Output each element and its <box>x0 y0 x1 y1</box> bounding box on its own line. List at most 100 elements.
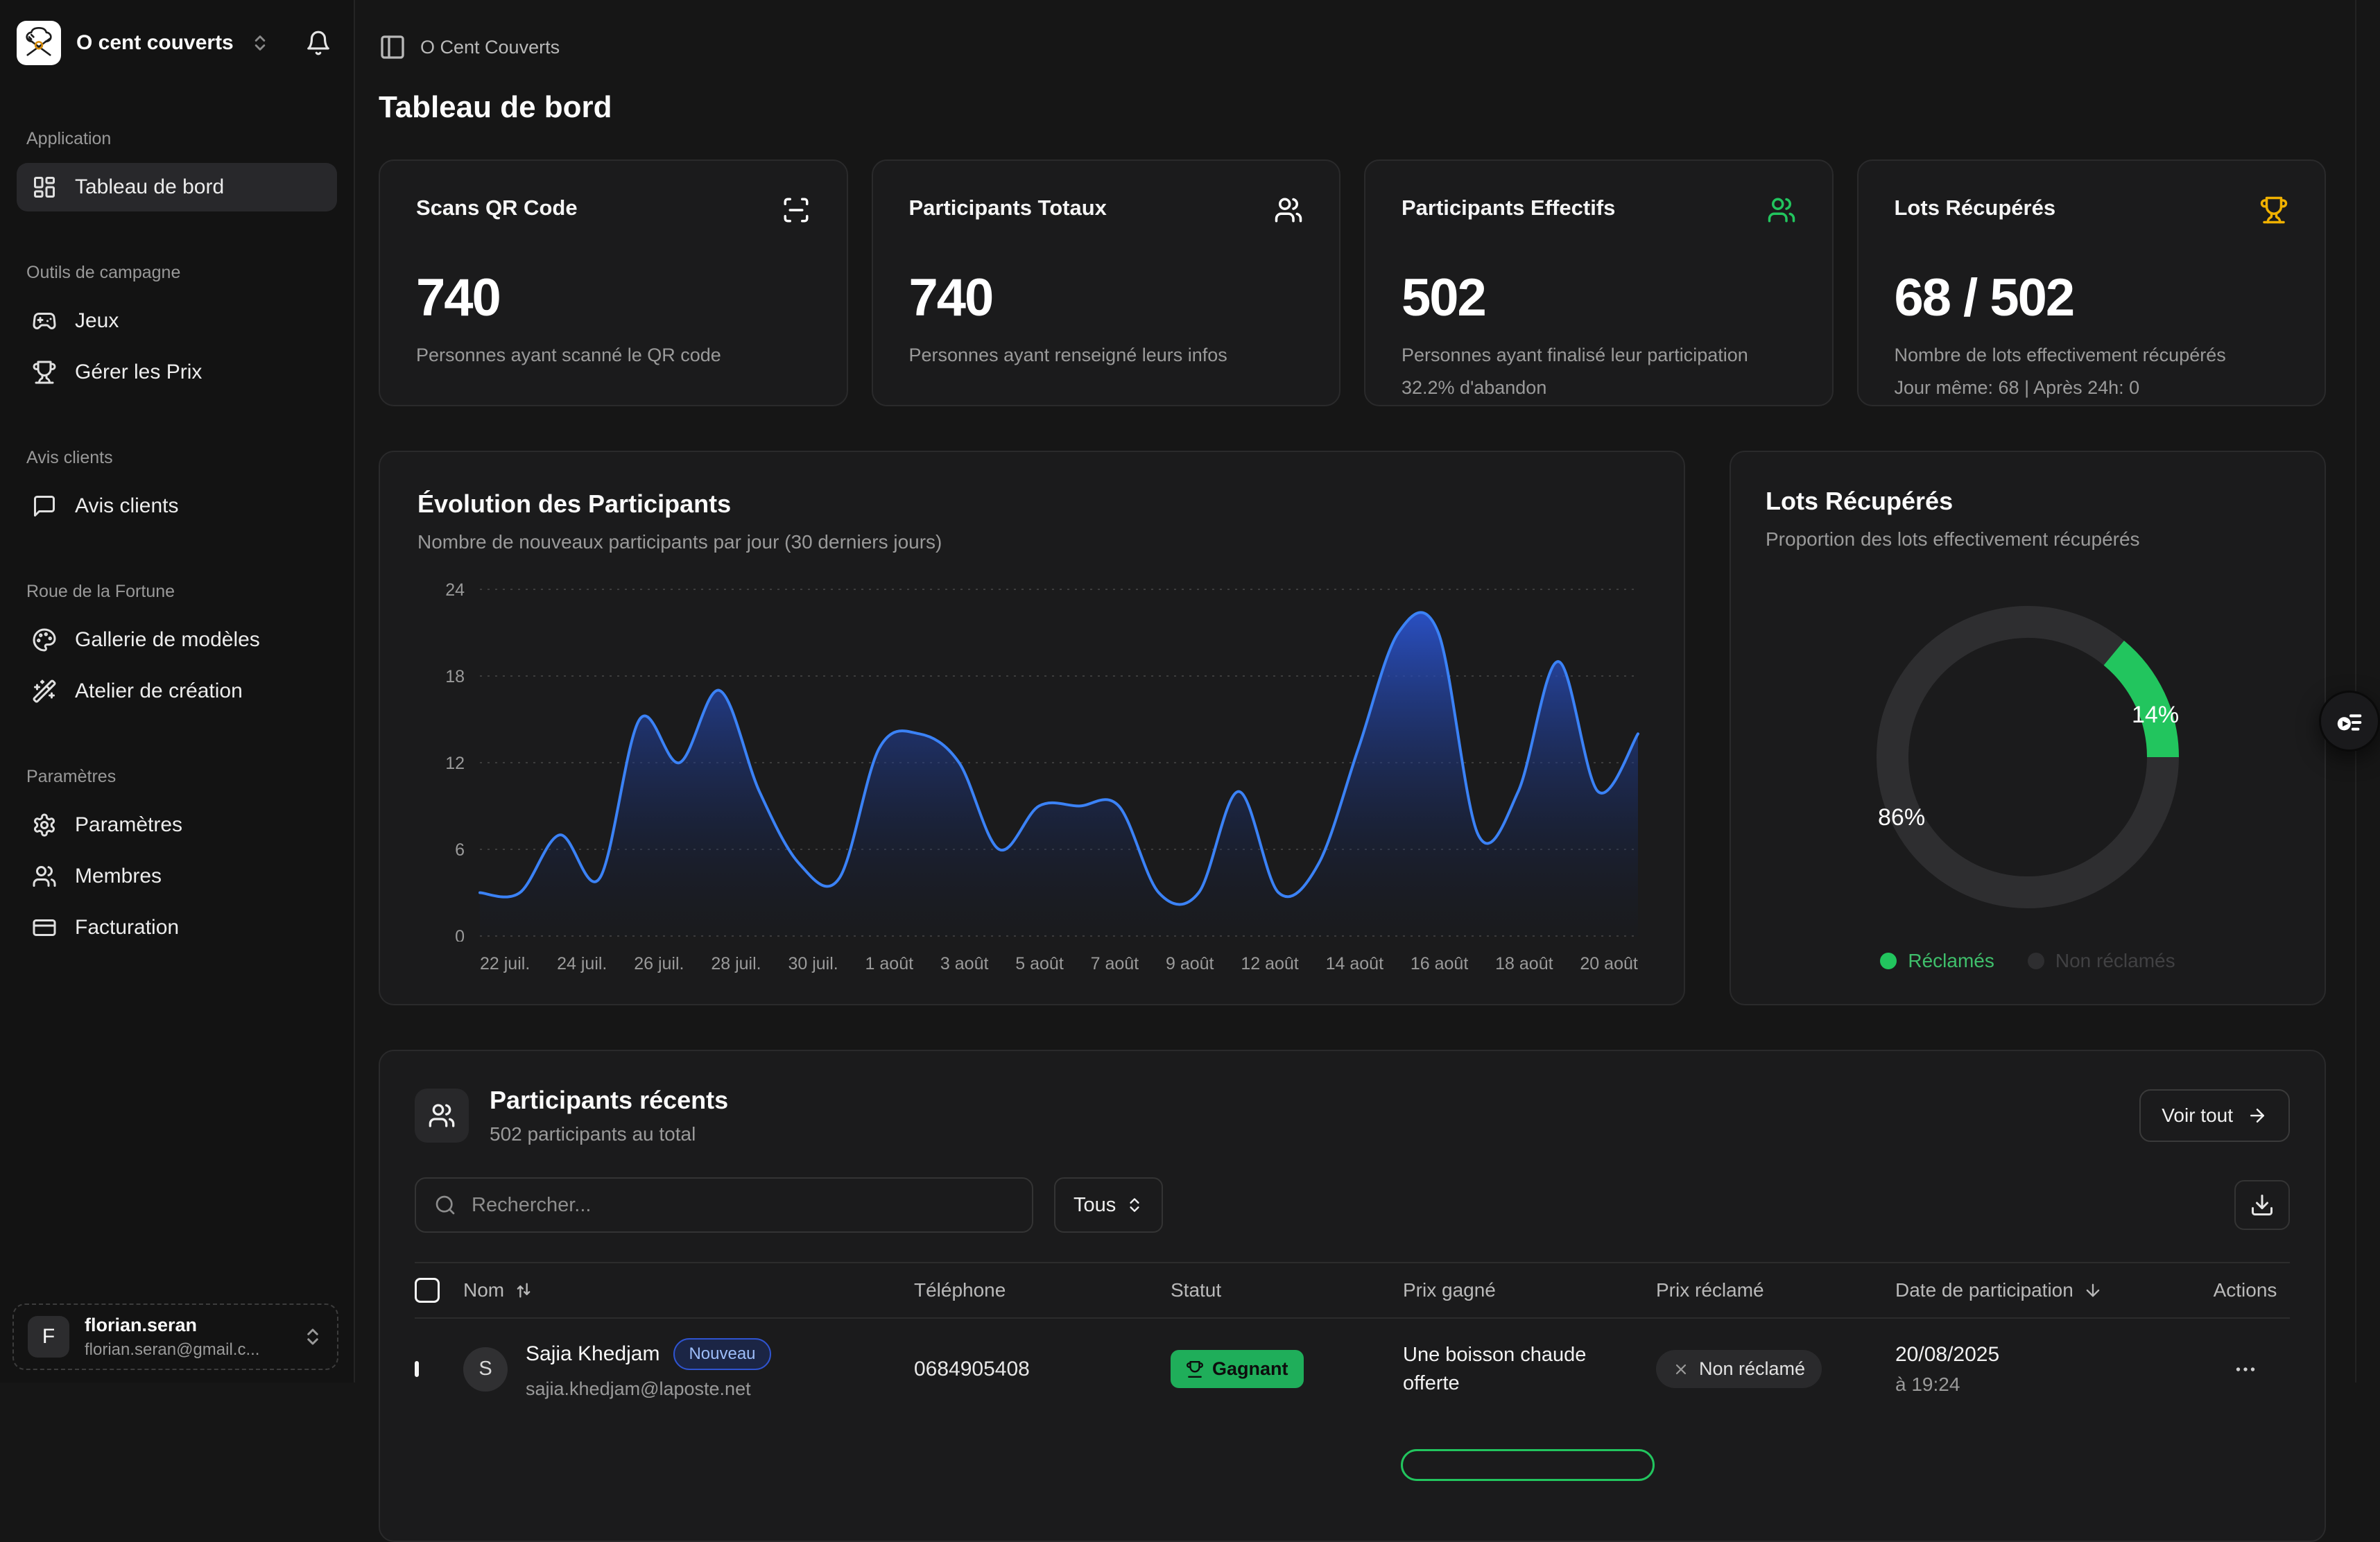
search-input[interactable] <box>472 1194 1014 1217</box>
column-header-date[interactable]: Date de participation <box>1895 1279 2200 1301</box>
user-menu[interactable]: F florian.seran florian.seran@gmail.c... <box>12 1303 338 1370</box>
row-checkbox[interactable] <box>415 1361 419 1377</box>
user-name: florian.seran <box>85 1315 259 1336</box>
status-filter-select[interactable]: Tous <box>1054 1177 1163 1233</box>
credit-card-icon <box>32 915 57 940</box>
users-icon <box>1274 196 1303 225</box>
gear-icon <box>32 813 57 838</box>
sidebar-toggle-icon[interactable] <box>379 33 406 61</box>
chevrons-up-down-icon <box>302 1326 323 1347</box>
sidebar: O cent couverts Application Tableau de b… <box>0 0 355 1383</box>
partial-green-pill-button[interactable] <box>1401 1449 1655 1481</box>
sidebar-item-facturation[interactable]: Facturation <box>17 903 337 952</box>
legend-dot <box>2028 953 2044 969</box>
participant-phone: 0684905408 <box>914 1358 1171 1381</box>
sidebar-item-jeux[interactable]: Jeux <box>17 297 337 345</box>
palette-icon <box>32 627 57 652</box>
donut-value-unclaimed: 86% <box>1878 804 1925 831</box>
donut-legend: Réclamés Non réclamés <box>1731 950 2325 972</box>
column-header-prix-gagne[interactable]: Prix gagné <box>1403 1279 1656 1301</box>
floating-feedback-button[interactable] <box>2319 691 2380 752</box>
section-title: Participants récents <box>490 1086 728 1115</box>
notifications-bell-icon[interactable] <box>300 24 337 62</box>
sidebar-item-parametres[interactable]: Paramètres <box>17 801 337 849</box>
magic-wand-icon <box>32 679 57 704</box>
sidebar-item-label: Facturation <box>75 916 179 939</box>
participation-date: 20/08/2025 <box>1895 1343 2200 1367</box>
stat-title: Participants Totaux <box>909 196 1107 220</box>
sidebar-item-tableau-de-bord[interactable]: Tableau de bord <box>17 163 337 211</box>
workspace-logo <box>17 21 61 65</box>
column-label: Téléphone <box>914 1279 1006 1301</box>
column-label: Prix gagné <box>1403 1279 1496 1301</box>
x-tick: 9 août <box>1166 954 1214 974</box>
row-actions-menu[interactable] <box>2200 1357 2290 1382</box>
sidebar-item-label: Gérer les Prix <box>75 361 202 384</box>
playlist-icon <box>2334 705 2365 737</box>
nav-section-label: Roue de la Fortune <box>26 582 337 602</box>
export-download-button[interactable] <box>2234 1180 2290 1230</box>
stat-cards: Scans QR Code 740 Personnes ayant scanné… <box>379 159 2326 406</box>
legend-item-non-reclames: Non réclamés <box>2028 950 2175 972</box>
stat-description: Personnes ayant renseigné leurs infos <box>909 345 1304 366</box>
nav-section-roue: Roue de la Fortune Gallerie de modèles A… <box>17 582 337 716</box>
donut-value-claimed: 14% <box>2132 702 2179 729</box>
evolution-chart-card: Évolution des Participants Nombre de nou… <box>379 451 1685 1005</box>
sidebar-item-atelier-de-creation[interactable]: Atelier de création <box>17 667 337 716</box>
stat-description: Nombre de lots effectivement récupérés <box>1895 345 2289 366</box>
area-chart: 24181260 <box>417 581 1646 942</box>
sidebar-item-gallerie-de-modeles[interactable]: Gallerie de modèles <box>17 616 337 664</box>
trophy-icon <box>2259 196 2288 225</box>
breadcrumb-label[interactable]: O Cent Couverts <box>420 37 560 58</box>
table-row[interactable]: S Sajia Khedjam Nouveau sajia.khedjam@la… <box>415 1319 2290 1428</box>
participant-name: Sajia Khedjam <box>526 1342 659 1366</box>
stat-value: 502 <box>1402 268 1796 328</box>
sidebar-item-label: Tableau de bord <box>75 175 224 199</box>
column-header-statut[interactable]: Statut <box>1171 1279 1403 1301</box>
charts-row: Évolution des Participants Nombre de nou… <box>379 451 2326 1005</box>
workspace-switcher[interactable]: O cent couverts <box>17 21 337 65</box>
filter-label: Tous <box>1073 1194 1116 1217</box>
sidebar-item-gerer-les-prix[interactable]: Gérer les Prix <box>17 348 337 397</box>
column-label: Actions <box>2214 1279 2277 1301</box>
gamepad-icon <box>32 309 57 333</box>
svg-text:12: 12 <box>445 754 465 773</box>
main-content: O Cent Couverts Tableau de bord Scans QR… <box>355 0 2380 1383</box>
stat-card-lots-recuperes: Lots Récupérés 68 / 502 Nombre de lots e… <box>1857 159 2327 406</box>
workspace-name: O cent couverts <box>76 31 234 55</box>
sidebar-item-avis-clients[interactable]: Avis clients <box>17 482 337 530</box>
sidebar-item-membres[interactable]: Membres <box>17 852 337 901</box>
chart-title: Lots Récupérés <box>1766 487 2290 516</box>
x-tick: 14 août <box>1326 954 1383 974</box>
avatar: F <box>28 1316 69 1358</box>
stat-extra: Jour même: 68 | Après 24h: 0 <box>1895 377 2289 399</box>
column-header-telephone[interactable]: Téléphone <box>914 1279 1171 1301</box>
x-tick: 1 août <box>865 954 914 974</box>
svg-text:24: 24 <box>445 581 465 600</box>
x-tick: 28 juil. <box>711 954 761 974</box>
column-header-prix-reclame[interactable]: Prix réclamé <box>1656 1279 1895 1301</box>
users-icon <box>415 1089 469 1143</box>
table-header: Nom Téléphone Statut Prix gagné Prix réc… <box>415 1262 2290 1319</box>
trophy-icon <box>1186 1360 1204 1378</box>
download-icon <box>2250 1193 2275 1218</box>
view-all-button[interactable]: Voir tout <box>2139 1089 2290 1142</box>
x-tick: 24 juil. <box>557 954 607 974</box>
stat-value: 68 / 502 <box>1895 268 2289 328</box>
legend-label: Réclamés <box>1908 950 1994 972</box>
x-tick: 3 août <box>940 954 989 974</box>
select-all-checkbox[interactable] <box>415 1278 440 1303</box>
stat-card-scans-qr: Scans QR Code 740 Personnes ayant scanné… <box>379 159 848 406</box>
svg-text:18: 18 <box>445 667 465 686</box>
arrow-right-icon <box>2247 1105 2268 1126</box>
column-label: Prix réclamé <box>1656 1279 1764 1301</box>
ellipsis-icon <box>2233 1357 2258 1382</box>
chat-bubble-icon <box>32 494 57 519</box>
chevrons-up-down-icon <box>250 33 270 53</box>
new-badge: Nouveau <box>673 1338 770 1370</box>
dashboard-icon <box>32 175 57 200</box>
participants-table: Nom Téléphone Statut Prix gagné Prix réc… <box>415 1262 2290 1428</box>
column-header-nom[interactable]: Nom <box>463 1279 914 1301</box>
x-icon <box>1673 1361 1689 1378</box>
chart-subtitle: Proportion des lots effectivement récupé… <box>1766 528 2290 551</box>
